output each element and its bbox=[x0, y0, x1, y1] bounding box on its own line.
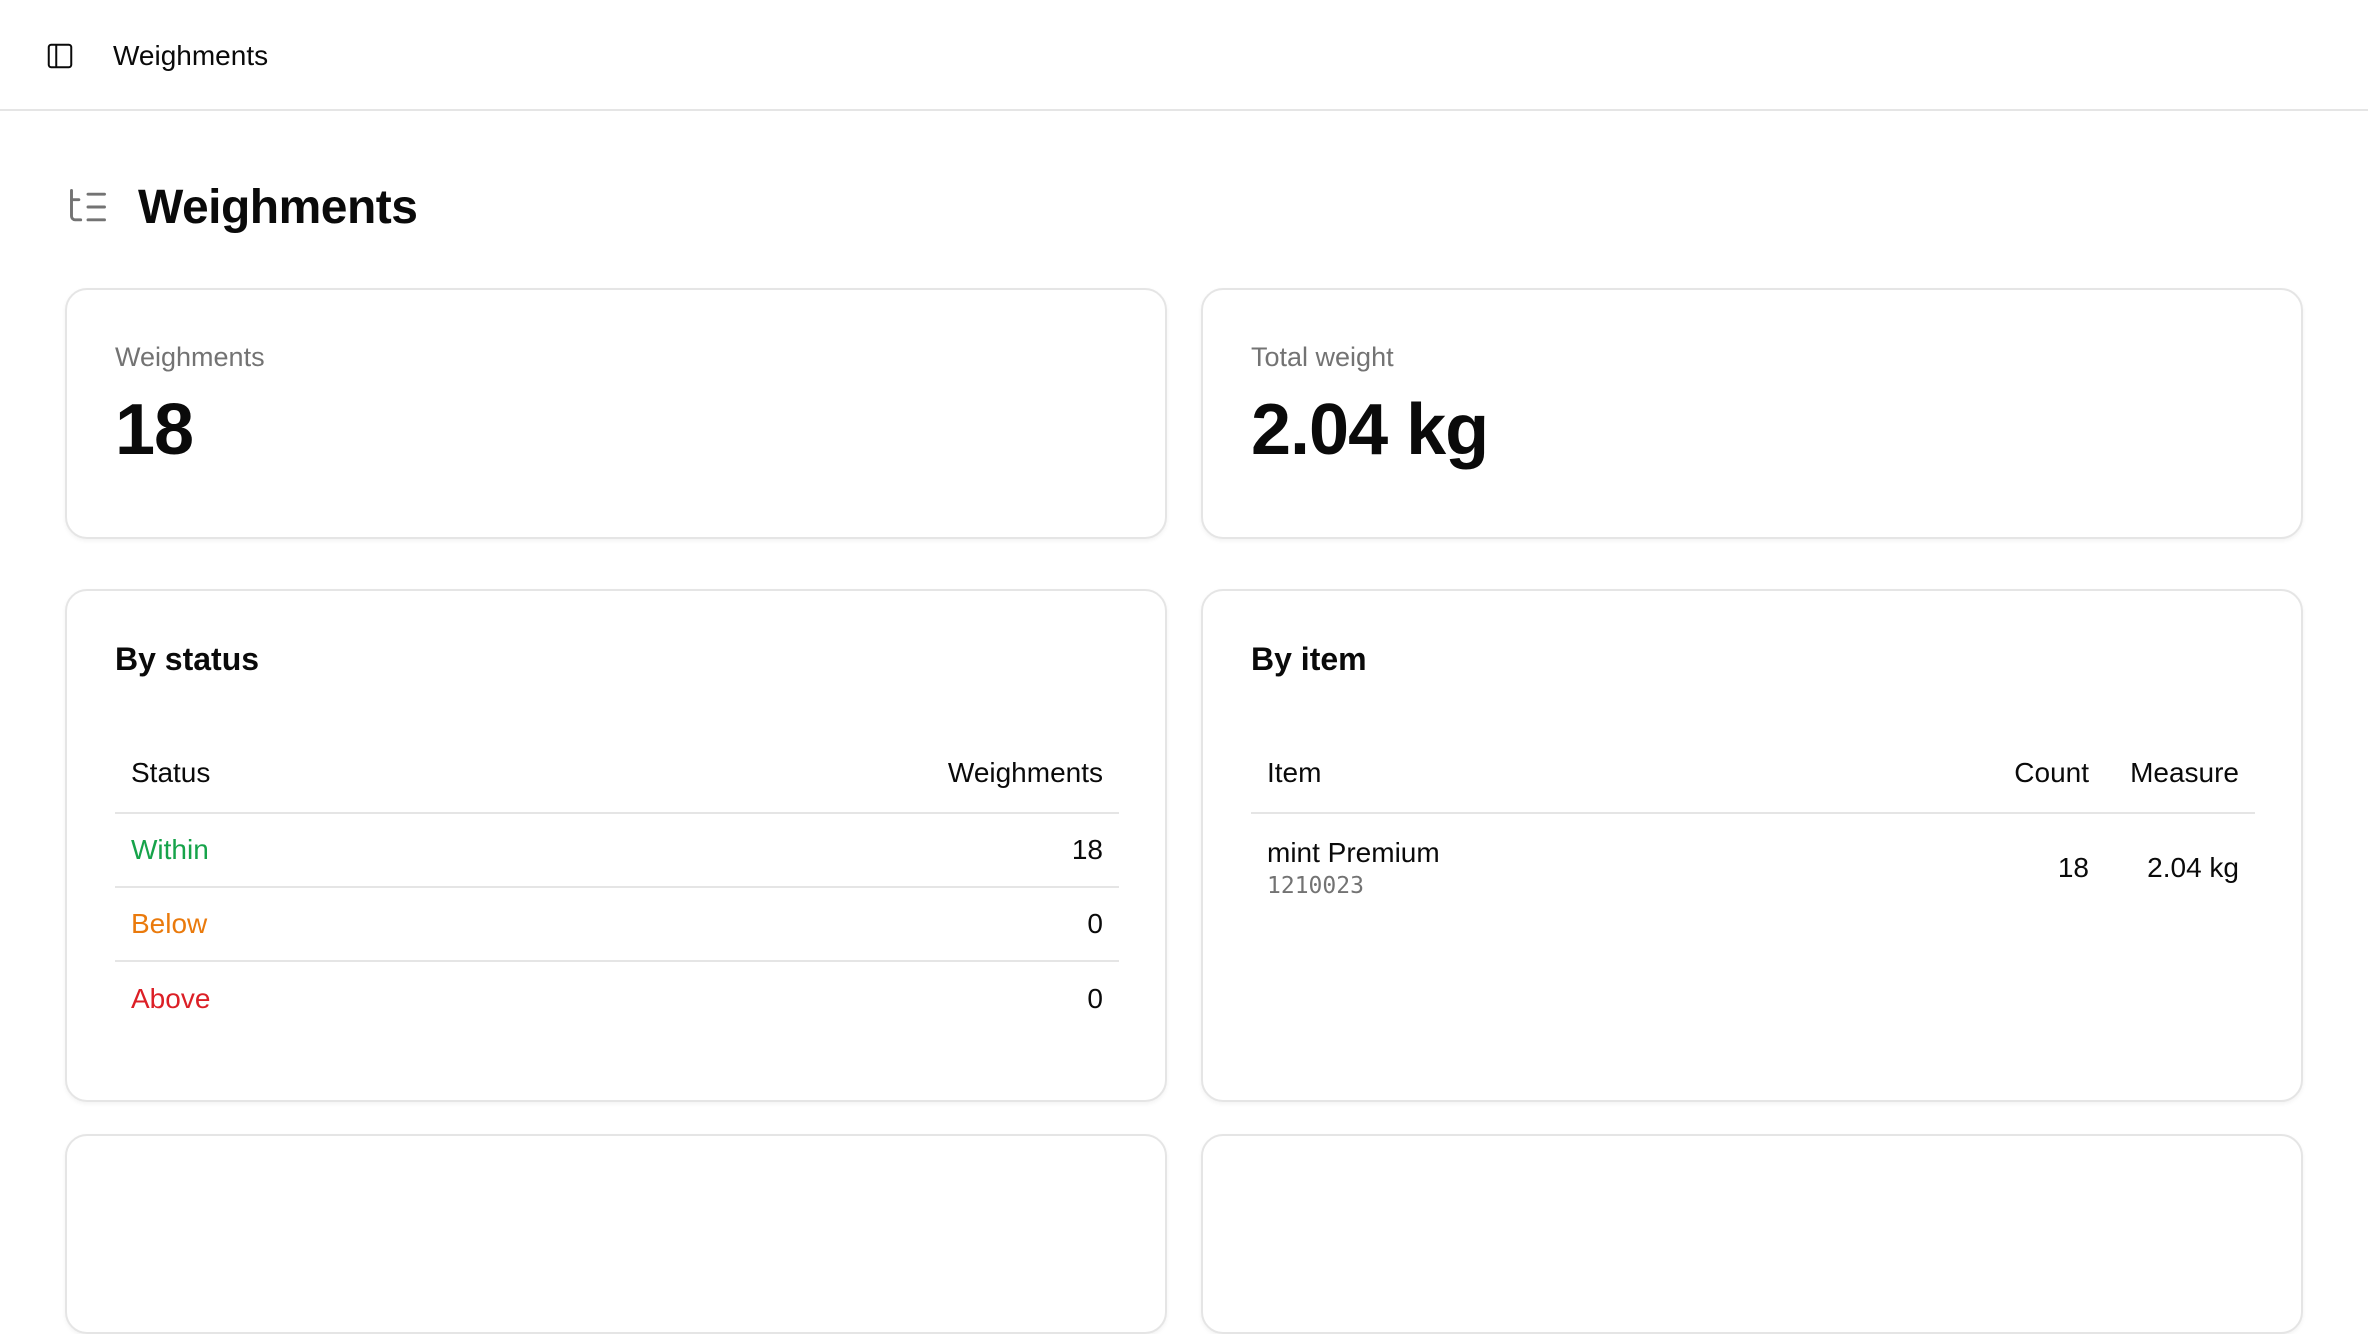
page-title: Weighments bbox=[138, 180, 418, 234]
status-label: Above bbox=[131, 982, 211, 1014]
status-count: 0 bbox=[489, 887, 1119, 962]
top-bar: Weighments bbox=[0, 0, 2368, 111]
column-header-weighments: Weighments bbox=[489, 733, 1119, 814]
panel-left-icon[interactable] bbox=[44, 40, 76, 72]
list-tree-icon bbox=[66, 185, 110, 229]
status-label: Below bbox=[115, 887, 490, 962]
table-row: Above 0 bbox=[115, 961, 1119, 1035]
column-header-status: Status bbox=[115, 733, 490, 814]
stat-label: Total weight bbox=[1251, 342, 1394, 372]
by-item-card: By item Item Count Measure mint Premium 1… bbox=[1201, 589, 2303, 1102]
section-title: By status bbox=[115, 641, 260, 677]
stat-value: 18 bbox=[115, 390, 194, 470]
item-code: 1210023 bbox=[1267, 872, 1364, 899]
status-count: 0 bbox=[1087, 982, 1103, 1014]
column-header-count: Count bbox=[1985, 733, 2105, 814]
column-header-item: Item bbox=[1251, 733, 1985, 814]
status-label: Within bbox=[115, 813, 490, 888]
weighments-stat-card: Weighments 18 bbox=[65, 288, 1167, 539]
item-name: mint Premium bbox=[1267, 836, 1440, 868]
section-title: By item bbox=[1251, 641, 1367, 677]
total-weight-stat-card: Total weight 2.04 kg bbox=[1201, 288, 2303, 539]
item-table: Item Count Measure mint Premium 1210023 18… bbox=[1251, 733, 2255, 921]
table-header-row: Status Weighments bbox=[115, 733, 1119, 814]
item-count: 18 bbox=[2057, 851, 2089, 883]
lower-card-left bbox=[65, 1134, 1167, 1334]
table-header-row: Item Count Measure bbox=[1251, 733, 2255, 814]
table-row: mint Premium 1210023 18 2.04 kg bbox=[1251, 813, 2255, 921]
table-row: Within 18 bbox=[115, 813, 1119, 888]
by-status-card: By status Status Weighments Within 18 Belo… bbox=[65, 589, 1167, 1102]
column-header-measure: Measure bbox=[2105, 733, 2255, 814]
item-cell: mint Premium 1210023 bbox=[1251, 813, 1985, 921]
page-header: Weighments bbox=[66, 175, 418, 239]
status-table: Status Weighments Within 18 Below 0 Above 0 bbox=[115, 733, 1119, 1035]
item-measure: 2.04 kg bbox=[2147, 851, 2239, 883]
table-row: Below 0 bbox=[115, 887, 1119, 962]
stat-value: 2.04 kg bbox=[1251, 390, 1489, 470]
status-count: 18 bbox=[489, 813, 1119, 888]
topbar-title: Weighments bbox=[113, 40, 269, 71]
lower-card-right bbox=[1201, 1134, 2303, 1334]
stat-label: Weighments bbox=[115, 342, 265, 372]
